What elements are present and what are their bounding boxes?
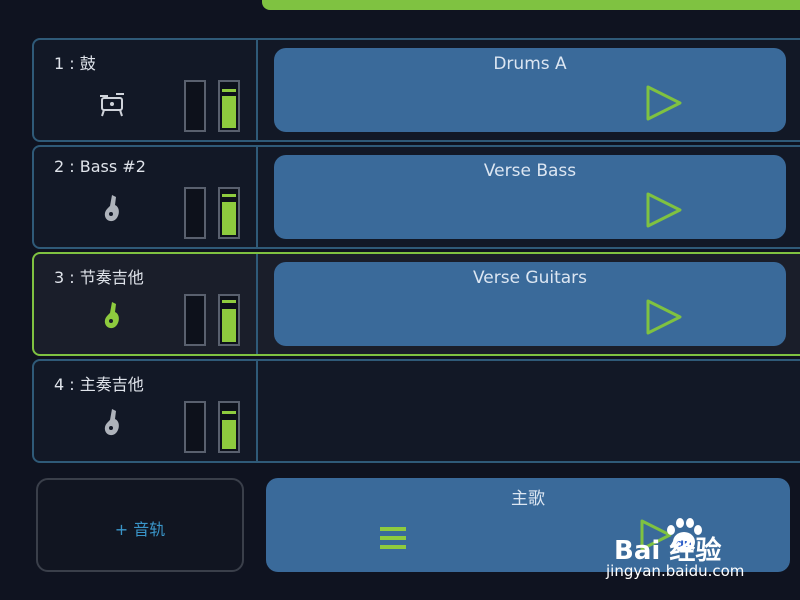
play-icon[interactable] <box>644 84 684 122</box>
menu-icon[interactable] <box>378 524 408 552</box>
track-row-4[interactable]: 4 : 主奏吉他 <box>32 359 800 463</box>
baidu-jingyan-watermark: du Bai 经验 jingyan.baidu.com <box>606 516 796 596</box>
drum-kit-icon <box>98 86 126 118</box>
level-meter-right <box>218 80 240 132</box>
watermark-url: jingyan.baidu.com <box>606 562 745 580</box>
clip[interactable]: Verse Guitars <box>274 262 786 346</box>
level-meter-left <box>184 187 206 239</box>
level-meter-right <box>218 294 240 346</box>
scene-name: 主歌 <box>511 489 545 509</box>
track-row-3[interactable]: 3 : 节奏吉他 Verse Guitars <box>32 252 800 356</box>
track-name: 2 : Bass #2 <box>54 157 146 176</box>
level-meter-left <box>184 401 206 453</box>
meter-peak <box>222 411 236 414</box>
track-header[interactable]: 2 : Bass #2 <box>34 147 258 247</box>
empty-clip-slot[interactable] <box>260 361 800 461</box>
guitar-icon <box>98 407 126 439</box>
clip-name: Drums A <box>493 54 567 74</box>
clip[interactable]: Drums A <box>274 48 786 132</box>
add-track-label: + 音轨 <box>114 520 166 539</box>
meter-fill <box>222 420 236 449</box>
app-window: 1 : 鼓 Drums A 2: Bass #2 Verse Bass 3:… <box>0 0 800 600</box>
meter-fill <box>222 202 236 235</box>
clip-name: Verse Guitars <box>472 268 588 288</box>
track-header[interactable]: 3 : 节奏吉他 <box>34 254 258 354</box>
level-meter-right <box>218 187 240 239</box>
bass-guitar-icon <box>98 193 126 225</box>
level-meter-left <box>184 80 206 132</box>
track-row-1[interactable]: 1 : 鼓 Drums A <box>32 38 800 142</box>
meter-peak <box>222 300 236 303</box>
track-name: 3 : 节奏吉他 <box>54 268 144 287</box>
clip-name: Verse Bass <box>483 161 577 181</box>
meter-fill <box>222 96 236 128</box>
track-name: 1 : 鼓 <box>54 54 96 73</box>
clip[interactable]: Verse Bass <box>274 155 786 239</box>
meter-peak <box>222 89 236 92</box>
level-meter-left <box>184 294 206 346</box>
guitar-icon <box>98 300 126 332</box>
meter-fill <box>222 309 236 342</box>
track-header[interactable]: 1 : 鼓 <box>34 40 258 140</box>
playhead-progress-bar[interactable] <box>262 0 800 10</box>
add-track-button[interactable]: + 音轨 <box>36 478 244 572</box>
level-meter-right <box>218 401 240 453</box>
meter-peak <box>222 194 236 197</box>
play-icon[interactable] <box>644 298 684 336</box>
track-name: 4 : 主奏吉他 <box>54 375 144 394</box>
play-icon[interactable] <box>644 191 684 229</box>
track-header[interactable]: 4 : 主奏吉他 <box>34 361 258 461</box>
track-row-2[interactable]: 2 : Bass #2 Verse Bass <box>32 145 800 249</box>
